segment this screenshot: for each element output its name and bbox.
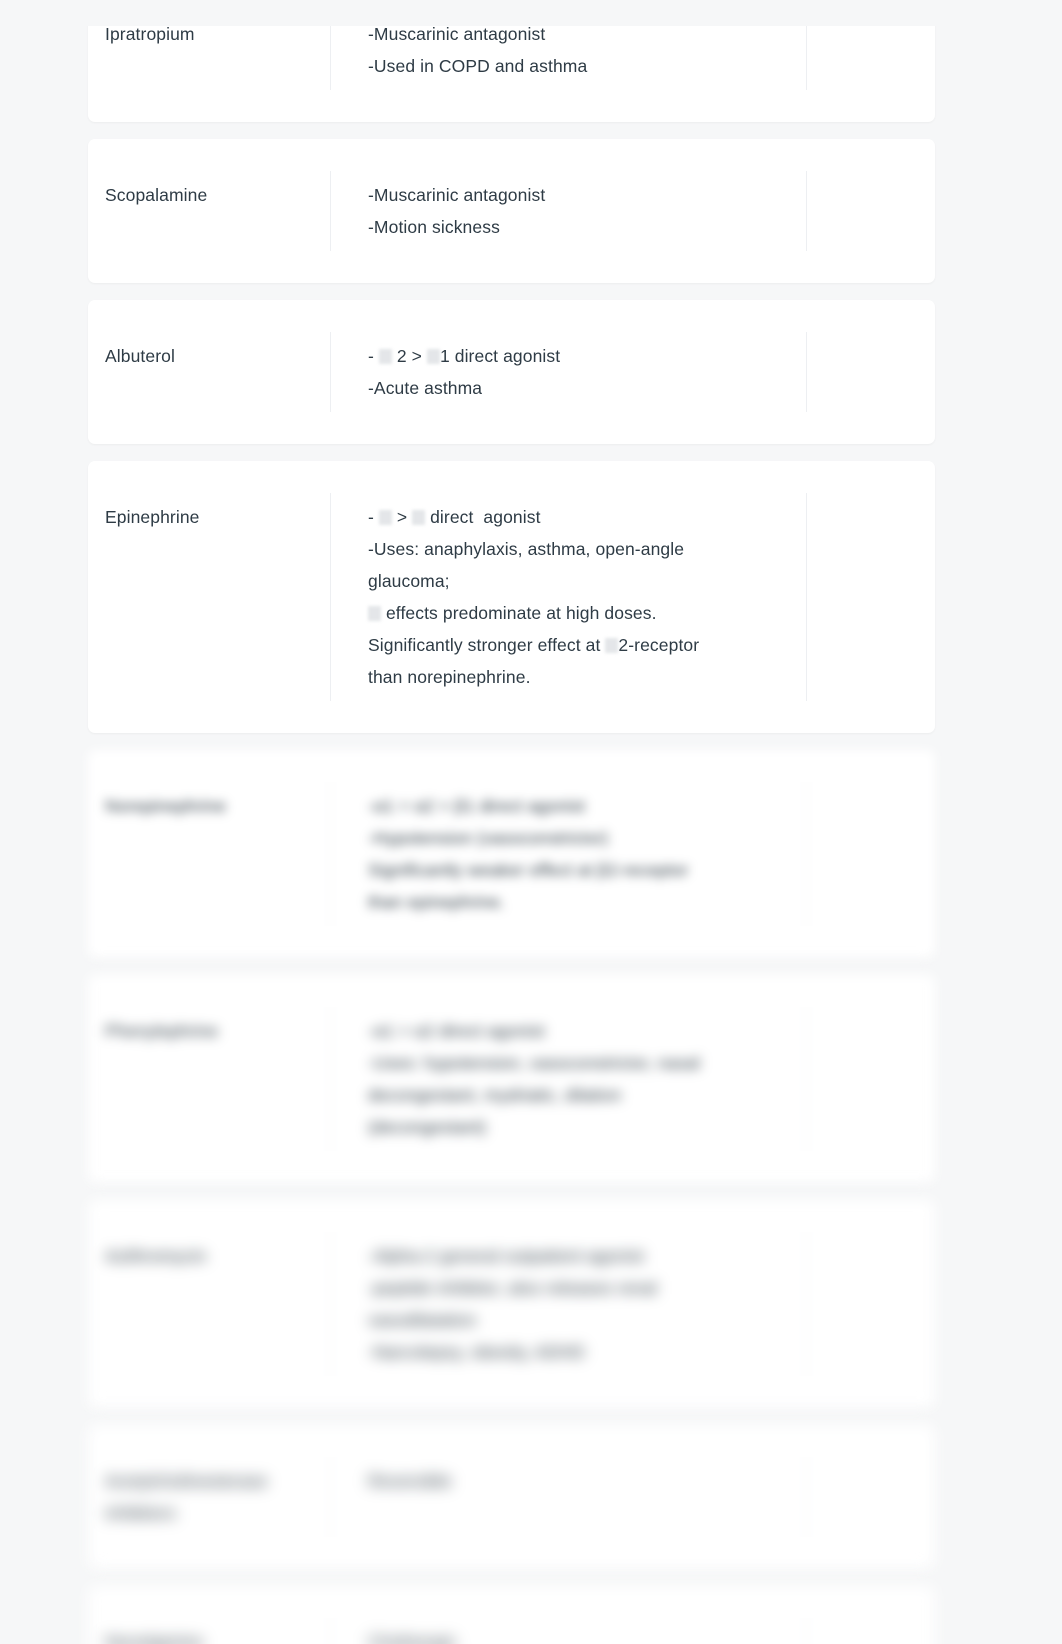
flashcard-image-cell: [807, 326, 935, 418]
flashcard-row[interactable]: Scopalamine -Muscarinic antagonist -Motion…: [88, 139, 935, 283]
missing-greek-glyph: [378, 510, 392, 525]
flashcard-definition-line: Cholinergic: [368, 1632, 457, 1644]
flashcard-definition-cell: -α1 > α2 direct agonist -Uses: hypotensio…: [331, 1001, 806, 1157]
flashcard-image-cell: [807, 4, 935, 96]
flashcard-image-cell: [807, 1612, 935, 1644]
flashcard-definition-cell: Cholinergic: [331, 1612, 806, 1644]
flashcard-term: Epinephrine: [105, 507, 200, 527]
flashcard-term: Albuterol: [105, 346, 175, 366]
flashcard-definition-line: -Motion sickness: [368, 217, 500, 237]
flashcard-definition-line: -Alpha-2 general outpatient agonist: [368, 1246, 644, 1266]
flashcard-definition-line: -peptide inhibitor, also releases renal: [368, 1278, 657, 1298]
flashcard-definition-cell: - 2 > 1 direct agonist -Acute asthma: [331, 326, 806, 418]
flashcard-image-cell: [807, 487, 935, 707]
flashcard-definition-line: -Uses: anaphylaxis, asthma, open-angle: [368, 539, 685, 559]
flashcard-definition-line: -Narcolepsy, obesity, ADHD: [368, 1342, 585, 1362]
flashcard-image-cell: [807, 1226, 935, 1382]
flashcard-term-cell: Azithromycin: [88, 1226, 330, 1382]
flashcard-list: Ipratropium -Muscarinic antagonist -Used i…: [88, 0, 935, 1644]
missing-greek-glyph: [605, 638, 619, 653]
flashcard-row[interactable]: Norepinephrine -α1 = α2 > β1 direct agoni…: [88, 750, 935, 958]
flashcard-term-cell: Norepinephrine: [88, 776, 330, 932]
flashcard-row[interactable]: Phenylephrine -α1 > α2 direct agonist -Use…: [88, 975, 935, 1183]
flashcard-definition-cell: -α1 = α2 > β1 direct agonist -Hypotension…: [331, 776, 806, 932]
flashcard-term: Norepinephrine: [105, 796, 227, 816]
flashcard-row[interactable]: Acetylcholinesterase inhibitors Reversibl…: [88, 1425, 935, 1569]
flashcard-row[interactable]: Neostigmine (cholinesterase inhibitor) Ch…: [88, 1586, 935, 1644]
flashcard-definition-line: than epinephrine.: [368, 892, 505, 912]
flashcard-definition-line: - > direct agonist: [368, 507, 541, 527]
flashcard-definition-line: -Acute asthma: [368, 378, 483, 398]
flashcard-definition-line: -Muscarinic antagonist: [368, 24, 546, 44]
flashcard-definition-line: Significantly stronger effect at 2-recep…: [368, 635, 700, 655]
flashcard-definition-line: vasodilatation: [368, 1310, 477, 1330]
flashcard-definition-cell: -Muscarinic antagonist -Motion sickness: [331, 165, 806, 257]
flashcard-definition-line: -Muscarinic antagonist: [368, 185, 546, 205]
flashcard-image-cell: [807, 1451, 935, 1543]
flashcard-term-cell: Albuterol: [88, 326, 330, 418]
flashcard-term: Acetylcholinesterase inhibitors: [105, 1471, 273, 1523]
flashcard-definition-line: -Hypotension (vasoconstrictor): [368, 828, 609, 848]
flashcard-definition-line: (decongestant): [368, 1117, 487, 1137]
flashcard-term: Neostigmine (cholinesterase inhibitor): [105, 1632, 204, 1644]
flashcard-row[interactable]: Albuterol - 2 > 1 direct agonist -Acute as…: [88, 300, 935, 444]
flashcard-definition-cell: -Muscarinic antagonist -Used in COPD and …: [331, 4, 806, 96]
flashcard-image-cell: [807, 165, 935, 257]
flashcard-definition-cell: -Alpha-2 general outpatient agonist -pept…: [331, 1226, 806, 1382]
flashcard-definition-line: than norepinephrine.: [368, 667, 531, 687]
flashcard-definition-line: Reversible: [368, 1471, 452, 1491]
flashcard-term-cell: Neostigmine (cholinesterase inhibitor): [88, 1612, 330, 1644]
flashcard-term: Ipratropium: [105, 24, 195, 44]
flashcard-term-cell: Ipratropium: [88, 4, 330, 96]
flashcard-row[interactable]: Azithromycin -Alpha-2 general outpatient …: [88, 1200, 935, 1408]
flashcard-definition-line: -Uses: hypotension, vasoconstrictor, nas…: [368, 1053, 700, 1073]
flashcard-definition-line: -α1 = α2 > β1 direct agonist: [368, 796, 585, 816]
flashcard-definition-line: -Used in COPD and asthma: [368, 56, 588, 76]
missing-greek-glyph: [378, 349, 392, 364]
flashcard-term: Phenylephrine: [105, 1021, 219, 1041]
flashcard-row[interactable]: Epinephrine - > direct agonist -Uses: anap…: [88, 461, 935, 733]
flashcard-image-cell: [807, 776, 935, 932]
flashcard-term: Scopalamine: [105, 185, 208, 205]
flashcard-row[interactable]: Ipratropium -Muscarinic antagonist -Used i…: [88, 0, 935, 122]
missing-greek-glyph: [426, 349, 440, 364]
missing-greek-glyph: [368, 606, 381, 621]
flashcard-definition-line: -α1 > α2 direct agonist: [368, 1021, 545, 1041]
flashcard-definition-line: - 2 > 1 direct agonist: [368, 346, 561, 366]
flashcard-term-cell: Acetylcholinesterase inhibitors: [88, 1451, 330, 1543]
flashcard-definition-line: Significantly weaker effect at β2-recept…: [368, 860, 689, 880]
flashcard-definition-line: effects predominate at high doses.: [368, 597, 786, 629]
flashcard-definition-cell: Reversible: [331, 1451, 806, 1543]
flashcard-term: Azithromycin: [105, 1246, 207, 1266]
missing-greek-glyph: [412, 510, 426, 525]
flashcard-definition-cell: - > direct agonist -Uses: anaphylaxis, as…: [331, 487, 806, 707]
flashcard-definition-line: decongestant, mydriatic, dilation: [368, 1085, 622, 1105]
flashcard-list-page: Ipratropium -Muscarinic antagonist -Used i…: [0, 0, 1062, 1644]
flashcard-image-cell: [807, 1001, 935, 1157]
flashcard-term-cell: Phenylephrine: [88, 1001, 330, 1157]
flashcard-term-cell: Scopalamine: [88, 165, 330, 257]
flashcard-definition-line: glaucoma;: [368, 571, 450, 591]
flashcard-term-cell: Epinephrine: [88, 487, 330, 707]
